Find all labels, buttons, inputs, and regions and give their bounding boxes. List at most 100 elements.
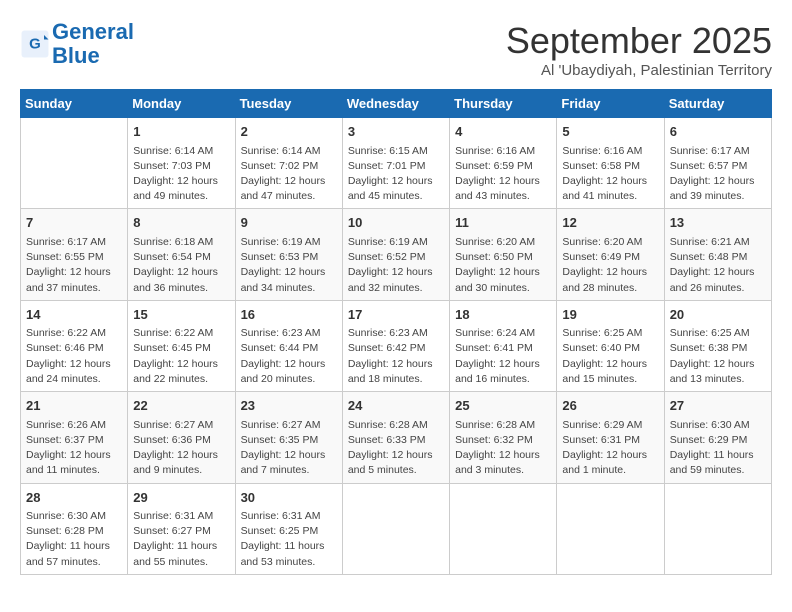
cell-info: Sunrise: 6:24 AMSunset: 6:41 PMDaylight:…	[455, 326, 551, 387]
calendar-cell: 15Sunrise: 6:22 AMSunset: 6:45 PMDayligh…	[128, 300, 235, 391]
cell-info: Sunrise: 6:20 AMSunset: 6:50 PMDaylight:…	[455, 235, 551, 296]
calendar-cell	[557, 483, 664, 574]
page-header: G GeneralBlue September 2025 Al 'Ubaydiy…	[20, 20, 772, 79]
calendar-cell: 27Sunrise: 6:30 AMSunset: 6:29 PMDayligh…	[664, 392, 771, 483]
calendar-cell: 24Sunrise: 6:28 AMSunset: 6:33 PMDayligh…	[342, 392, 449, 483]
day-number: 14	[26, 305, 122, 325]
header-wednesday: Wednesday	[342, 90, 449, 118]
cell-info: Sunrise: 6:25 AMSunset: 6:40 PMDaylight:…	[562, 326, 658, 387]
day-number: 22	[133, 396, 229, 416]
calendar-cell: 5Sunrise: 6:16 AMSunset: 6:58 PMDaylight…	[557, 118, 664, 209]
calendar-cell	[342, 483, 449, 574]
cell-info: Sunrise: 6:25 AMSunset: 6:38 PMDaylight:…	[670, 326, 766, 387]
cell-info: Sunrise: 6:30 AMSunset: 6:29 PMDaylight:…	[670, 418, 766, 479]
calendar-cell: 19Sunrise: 6:25 AMSunset: 6:40 PMDayligh…	[557, 300, 664, 391]
cell-info: Sunrise: 6:17 AMSunset: 6:57 PMDaylight:…	[670, 144, 766, 205]
logo-text: GeneralBlue	[52, 20, 134, 68]
calendar-cell: 28Sunrise: 6:30 AMSunset: 6:28 PMDayligh…	[21, 483, 128, 574]
calendar-cell: 4Sunrise: 6:16 AMSunset: 6:59 PMDaylight…	[450, 118, 557, 209]
calendar-cell: 7Sunrise: 6:17 AMSunset: 6:55 PMDaylight…	[21, 209, 128, 300]
calendar-cell: 10Sunrise: 6:19 AMSunset: 6:52 PMDayligh…	[342, 209, 449, 300]
cell-info: Sunrise: 6:16 AMSunset: 6:59 PMDaylight:…	[455, 144, 551, 205]
day-number: 6	[670, 122, 766, 142]
cell-info: Sunrise: 6:18 AMSunset: 6:54 PMDaylight:…	[133, 235, 229, 296]
calendar-cell: 6Sunrise: 6:17 AMSunset: 6:57 PMDaylight…	[664, 118, 771, 209]
cell-info: Sunrise: 6:27 AMSunset: 6:35 PMDaylight:…	[241, 418, 337, 479]
calendar-week-3: 14Sunrise: 6:22 AMSunset: 6:46 PMDayligh…	[21, 300, 772, 391]
calendar-cell	[21, 118, 128, 209]
calendar-cell: 11Sunrise: 6:20 AMSunset: 6:50 PMDayligh…	[450, 209, 557, 300]
cell-info: Sunrise: 6:29 AMSunset: 6:31 PMDaylight:…	[562, 418, 658, 479]
day-number: 1	[133, 122, 229, 142]
title-block: September 2025 Al 'Ubaydiyah, Palestinia…	[506, 20, 772, 79]
calendar-cell: 23Sunrise: 6:27 AMSunset: 6:35 PMDayligh…	[235, 392, 342, 483]
location: Al 'Ubaydiyah, Palestinian Territory	[506, 62, 772, 79]
day-number: 10	[348, 213, 444, 233]
cell-info: Sunrise: 6:15 AMSunset: 7:01 PMDaylight:…	[348, 144, 444, 205]
cell-info: Sunrise: 6:21 AMSunset: 6:48 PMDaylight:…	[670, 235, 766, 296]
calendar-cell: 26Sunrise: 6:29 AMSunset: 6:31 PMDayligh…	[557, 392, 664, 483]
header-friday: Friday	[557, 90, 664, 118]
calendar-week-1: 1Sunrise: 6:14 AMSunset: 7:03 PMDaylight…	[21, 118, 772, 209]
day-number: 29	[133, 488, 229, 508]
calendar-cell: 30Sunrise: 6:31 AMSunset: 6:25 PMDayligh…	[235, 483, 342, 574]
cell-info: Sunrise: 6:14 AMSunset: 7:02 PMDaylight:…	[241, 144, 337, 205]
day-number: 4	[455, 122, 551, 142]
day-number: 7	[26, 213, 122, 233]
header-monday: Monday	[128, 90, 235, 118]
calendar-week-5: 28Sunrise: 6:30 AMSunset: 6:28 PMDayligh…	[21, 483, 772, 574]
header-thursday: Thursday	[450, 90, 557, 118]
cell-info: Sunrise: 6:22 AMSunset: 6:45 PMDaylight:…	[133, 326, 229, 387]
day-number: 18	[455, 305, 551, 325]
header-saturday: Saturday	[664, 90, 771, 118]
cell-info: Sunrise: 6:31 AMSunset: 6:27 PMDaylight:…	[133, 509, 229, 570]
calendar-cell: 16Sunrise: 6:23 AMSunset: 6:44 PMDayligh…	[235, 300, 342, 391]
day-number: 25	[455, 396, 551, 416]
month-title: September 2025	[506, 20, 772, 62]
day-number: 11	[455, 213, 551, 233]
calendar-cell: 22Sunrise: 6:27 AMSunset: 6:36 PMDayligh…	[128, 392, 235, 483]
calendar-cell: 12Sunrise: 6:20 AMSunset: 6:49 PMDayligh…	[557, 209, 664, 300]
cell-info: Sunrise: 6:17 AMSunset: 6:55 PMDaylight:…	[26, 235, 122, 296]
calendar-cell: 9Sunrise: 6:19 AMSunset: 6:53 PMDaylight…	[235, 209, 342, 300]
logo: G GeneralBlue	[20, 20, 134, 68]
day-number: 2	[241, 122, 337, 142]
cell-info: Sunrise: 6:27 AMSunset: 6:36 PMDaylight:…	[133, 418, 229, 479]
calendar-cell: 3Sunrise: 6:15 AMSunset: 7:01 PMDaylight…	[342, 118, 449, 209]
day-number: 21	[26, 396, 122, 416]
cell-info: Sunrise: 6:28 AMSunset: 6:33 PMDaylight:…	[348, 418, 444, 479]
day-number: 28	[26, 488, 122, 508]
day-number: 19	[562, 305, 658, 325]
day-number: 9	[241, 213, 337, 233]
cell-info: Sunrise: 6:31 AMSunset: 6:25 PMDaylight:…	[241, 509, 337, 570]
day-number: 17	[348, 305, 444, 325]
header-tuesday: Tuesday	[235, 90, 342, 118]
cell-info: Sunrise: 6:16 AMSunset: 6:58 PMDaylight:…	[562, 144, 658, 205]
cell-info: Sunrise: 6:19 AMSunset: 6:53 PMDaylight:…	[241, 235, 337, 296]
calendar-cell: 8Sunrise: 6:18 AMSunset: 6:54 PMDaylight…	[128, 209, 235, 300]
cell-info: Sunrise: 6:30 AMSunset: 6:28 PMDaylight:…	[26, 509, 122, 570]
calendar-cell	[664, 483, 771, 574]
day-number: 13	[670, 213, 766, 233]
cell-info: Sunrise: 6:26 AMSunset: 6:37 PMDaylight:…	[26, 418, 122, 479]
day-number: 26	[562, 396, 658, 416]
calendar-cell: 2Sunrise: 6:14 AMSunset: 7:02 PMDaylight…	[235, 118, 342, 209]
day-number: 20	[670, 305, 766, 325]
logo-icon: G	[20, 29, 50, 59]
day-number: 8	[133, 213, 229, 233]
calendar-cell: 1Sunrise: 6:14 AMSunset: 7:03 PMDaylight…	[128, 118, 235, 209]
calendar-cell: 14Sunrise: 6:22 AMSunset: 6:46 PMDayligh…	[21, 300, 128, 391]
calendar-cell: 13Sunrise: 6:21 AMSunset: 6:48 PMDayligh…	[664, 209, 771, 300]
calendar-cell: 18Sunrise: 6:24 AMSunset: 6:41 PMDayligh…	[450, 300, 557, 391]
calendar-cell: 25Sunrise: 6:28 AMSunset: 6:32 PMDayligh…	[450, 392, 557, 483]
day-number: 16	[241, 305, 337, 325]
day-number: 30	[241, 488, 337, 508]
day-number: 23	[241, 396, 337, 416]
calendar-cell: 21Sunrise: 6:26 AMSunset: 6:37 PMDayligh…	[21, 392, 128, 483]
cell-info: Sunrise: 6:22 AMSunset: 6:46 PMDaylight:…	[26, 326, 122, 387]
cell-info: Sunrise: 6:14 AMSunset: 7:03 PMDaylight:…	[133, 144, 229, 205]
day-number: 27	[670, 396, 766, 416]
svg-text:G: G	[29, 36, 41, 53]
cell-info: Sunrise: 6:23 AMSunset: 6:42 PMDaylight:…	[348, 326, 444, 387]
day-number: 12	[562, 213, 658, 233]
